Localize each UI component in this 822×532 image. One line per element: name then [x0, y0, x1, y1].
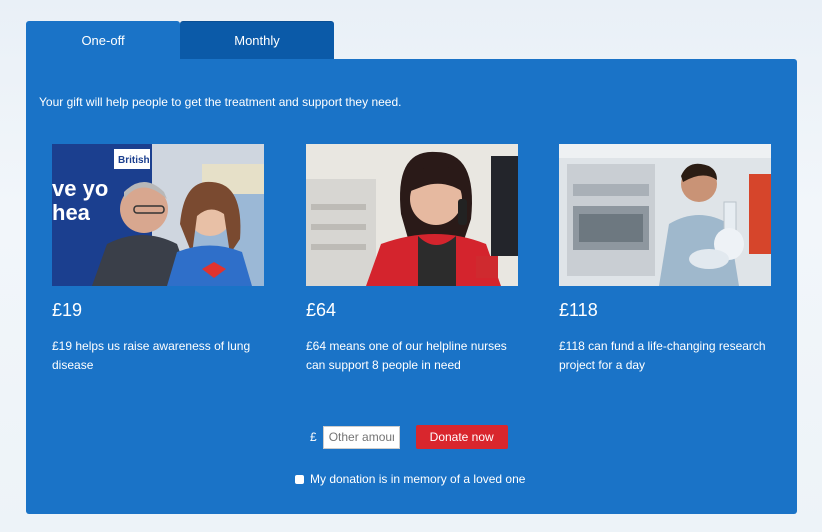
- intro-text: Your gift will help people to get the tr…: [39, 95, 402, 109]
- currency-symbol: £: [310, 430, 317, 444]
- amount-description: £19 helps us raise awareness of lung dis…: [52, 339, 251, 372]
- amount-label: £64: [306, 300, 337, 320]
- helpline-nurse-photo: [306, 144, 518, 286]
- donation-option-64[interactable]: £64 £64 means one of our helpline nurses…: [306, 144, 518, 375]
- svg-text:ve yo: ve yo: [52, 176, 108, 201]
- amount-description: £64 means one of our helpline nurses can…: [306, 339, 507, 372]
- donation-tabs: One-off Monthly: [26, 21, 334, 59]
- tab-monthly[interactable]: Monthly: [180, 21, 334, 59]
- tab-one-off[interactable]: One-off: [26, 21, 180, 59]
- memory-row: My donation is in memory of a loved one: [295, 472, 525, 486]
- svg-text:hea: hea: [52, 200, 91, 225]
- amount-description: £118 can fund a life-changing research p…: [559, 339, 766, 372]
- other-amount-row: £ Donate now: [310, 425, 508, 449]
- amount-label: £118: [559, 300, 598, 320]
- memory-checkbox[interactable]: [295, 474, 304, 484]
- svg-text:British: British: [118, 155, 150, 166]
- donate-now-button[interactable]: Donate now: [415, 425, 508, 449]
- donation-option-118[interactable]: £118 £118 can fund a life-changing resea…: [559, 144, 771, 375]
- donation-panel: Your gift will help people to get the tr…: [26, 59, 797, 514]
- donation-option-19[interactable]: British ve yo hea £19 £19 helps us raise…: [52, 144, 264, 375]
- volunteers-photo: British ve yo hea: [52, 144, 264, 286]
- lab-researcher-photo: [559, 144, 771, 286]
- other-amount-input[interactable]: [322, 425, 400, 449]
- amount-label: £19: [52, 300, 83, 320]
- memory-checkbox-label[interactable]: My donation is in memory of a loved one: [310, 472, 525, 486]
